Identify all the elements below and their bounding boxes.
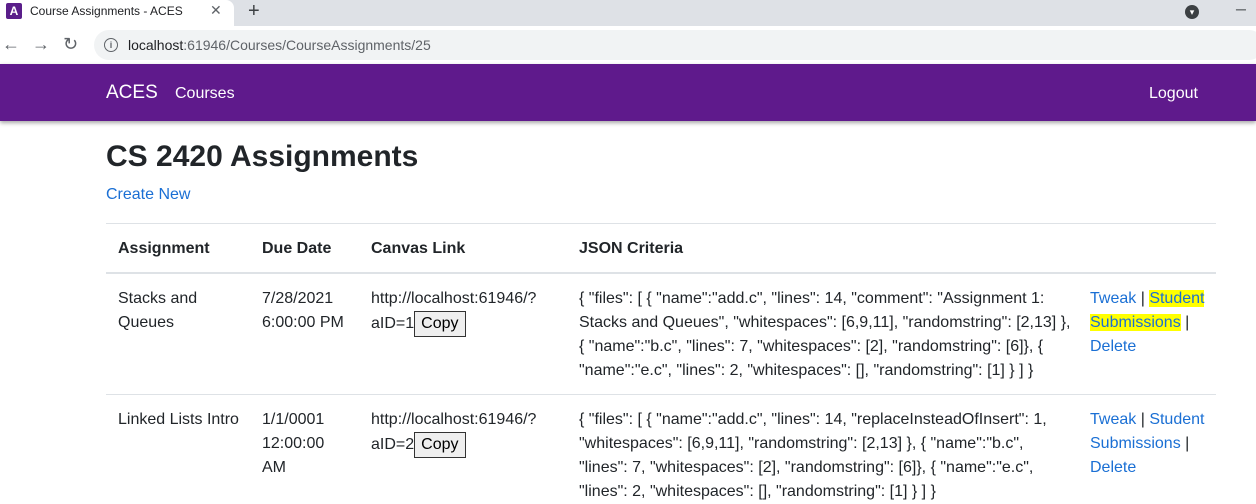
copy-button[interactable]: Copy <box>414 432 466 458</box>
forward-arrow-icon[interactable]: → <box>32 34 50 54</box>
create-new-link[interactable]: Create New <box>106 186 190 204</box>
student-submissions-link[interactable]: Student <box>1149 411 1204 428</box>
due-date: 7/28/2021 6:00:00 PM <box>262 290 344 331</box>
row-divider <box>106 394 1216 395</box>
browser-toolbar: ← → ↻ i localhost:61946/Courses/CourseAs… <box>0 26 1256 64</box>
page-title: CS 2420 Assignments <box>106 140 419 173</box>
close-icon[interactable]: ✕ <box>210 2 222 19</box>
header-json-criteria: JSON Criteria <box>579 240 684 257</box>
profile-icon[interactable]: ▾ <box>1185 5 1199 19</box>
delete-link[interactable]: Delete <box>1090 459 1136 476</box>
header-due-date: Due Date <box>262 240 332 257</box>
tab-strip: A Course Assignments - ACES ✕ + ▾ ─ <box>0 0 1256 26</box>
aces-favicon-icon: A <box>6 3 22 19</box>
row-actions: Tweak | Student Submissions | Delete <box>1090 411 1205 476</box>
delete-link[interactable]: Delete <box>1090 338 1136 355</box>
assignment-name: Stacks and Queues <box>118 290 198 331</box>
new-tab-icon[interactable]: + <box>248 1 260 21</box>
reload-icon[interactable]: ↻ <box>63 34 78 54</box>
logout-link[interactable]: Logout <box>1149 85 1198 103</box>
json-criteria: { "files": [ { "name":"add.c", "lines": … <box>579 290 1071 379</box>
browser-tab[interactable]: A Course Assignments - ACES ✕ <box>0 0 234 26</box>
url-text: localhost:61946/Courses/CourseAssignment… <box>128 37 431 53</box>
copy-button[interactable]: Copy <box>414 311 466 337</box>
tweak-link[interactable]: Tweak <box>1090 411 1136 428</box>
minimize-icon[interactable]: ─ <box>1236 1 1246 17</box>
canvas-link: http://localhost:61946/? aID=2 Copy <box>371 408 536 458</box>
address-bar[interactable]: i localhost:61946/Courses/CourseAssignme… <box>94 30 1256 60</box>
header-assignment: Assignment <box>118 240 210 257</box>
header-divider <box>106 272 1216 274</box>
row-actions: Tweak | Student Submissions | Delete <box>1090 290 1205 355</box>
brand-link[interactable]: ACES <box>106 82 158 104</box>
student-submissions-link[interactable]: Student <box>1149 290 1205 307</box>
due-date: 1/1/0001 12:00:00 AM <box>262 411 325 476</box>
back-arrow-icon[interactable]: ← <box>2 34 20 54</box>
site-navbar: ACES Courses Logout <box>0 64 1256 121</box>
student-submissions-link-cont[interactable]: Submissions <box>1090 314 1181 331</box>
divider <box>106 223 1216 224</box>
nav-courses-link[interactable]: Courses <box>175 85 235 103</box>
json-criteria: { "files": [ { "name":"add.c", "lines": … <box>579 411 1047 500</box>
assignment-name: Linked Lists Intro <box>118 411 239 428</box>
student-submissions-link-cont[interactable]: Submissions <box>1090 435 1181 452</box>
header-canvas-link: Canvas Link <box>371 240 466 257</box>
tweak-link[interactable]: Tweak <box>1090 290 1136 307</box>
tab-title: Course Assignments - ACES <box>30 4 183 18</box>
canvas-link: http://localhost:61946/? aID=1 Copy <box>371 287 536 337</box>
info-icon[interactable]: i <box>104 38 118 52</box>
